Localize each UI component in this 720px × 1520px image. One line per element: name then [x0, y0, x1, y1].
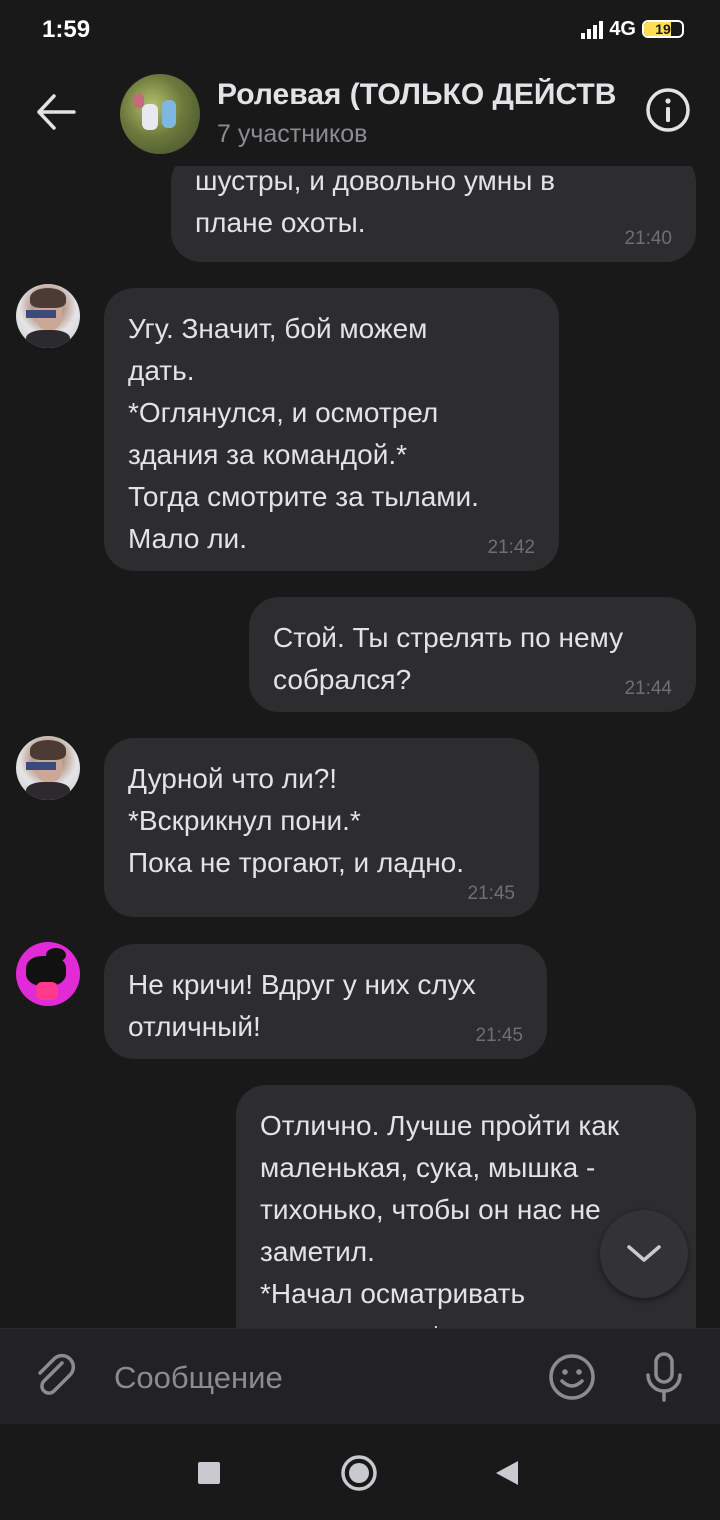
message-text: Стой. Ты стрелять по нему собрался? — [273, 622, 624, 695]
info-icon — [646, 88, 690, 132]
status-indicators: 4G 19 — [581, 14, 684, 44]
circle-icon — [341, 1455, 377, 1491]
scroll-to-bottom-button[interactable] — [600, 1210, 688, 1298]
message-bubble-outgoing[interactable]: шустры, и довольно умны в плане охоты. 2… — [171, 166, 696, 262]
message-bubble-incoming[interactable]: Не кричи! Вдруг у них слух отличный! 21:… — [104, 944, 547, 1059]
message-time: 21:45 — [467, 883, 515, 904]
message-time: 21:45 — [475, 1025, 523, 1046]
attach-button[interactable] — [32, 1353, 80, 1401]
network-type: 4G — [609, 17, 636, 40]
message-text: Отлично. Лучше пройти как маленькая, сук… — [260, 1110, 620, 1328]
message-composer — [0, 1328, 720, 1425]
sender-avatar[interactable] — [16, 736, 80, 800]
system-nav-bar — [0, 1424, 720, 1520]
chat-title[interactable]: Ролевая (ТОЛЬКО ДЕЙСТВ — [217, 78, 617, 112]
arrow-left-icon — [37, 94, 76, 130]
chevron-down-icon — [627, 1245, 661, 1262]
message-text: Не кричи! Вдруг у них слух отличный! — [128, 969, 476, 1042]
voice-message-button[interactable] — [640, 1351, 688, 1403]
message-time: 21:42 — [487, 537, 535, 558]
chat-header: Ролевая (ТОЛЬКО ДЕЙСТВ 7 участников — [0, 62, 720, 166]
status-time: 1:59 — [42, 16, 91, 43]
sender-avatar[interactable] — [16, 942, 80, 1006]
emoji-icon — [549, 1354, 595, 1400]
info-button[interactable] — [644, 86, 692, 134]
paperclip-icon — [38, 1353, 76, 1395]
message-time: 21:44 — [624, 678, 672, 699]
message-text: Угу. Значит, бой можем дать. *Оглянулся,… — [128, 313, 479, 554]
message-input[interactable] — [114, 1357, 514, 1399]
message-text: Дурной что ли?! *Вскрикнул пони.* Пока н… — [128, 763, 465, 878]
battery-level: 19 — [655, 21, 671, 37]
status-bar: 1:59 4G 19 — [0, 0, 720, 62]
message-bubble-incoming[interactable]: Угу. Значит, бой можем дать. *Оглянулся,… — [104, 288, 559, 571]
back-button[interactable] — [34, 90, 78, 134]
message-list[interactable]: шустры, и довольно умны в плане охоты. 2… — [0, 166, 720, 1328]
participants-count[interactable]: 7 участников — [217, 120, 367, 149]
signal-icon — [581, 19, 604, 39]
sender-avatar[interactable] — [16, 284, 80, 348]
emoji-button[interactable] — [548, 1353, 596, 1401]
recents-button[interactable] — [190, 1454, 228, 1492]
message-text: шустры, и довольно умны в плане охоты. — [195, 166, 555, 238]
message-bubble-incoming[interactable]: Дурной что ли?! *Вскрикнул пони.* Пока н… — [104, 738, 539, 917]
nav-back-button[interactable] — [488, 1454, 526, 1492]
home-button[interactable] — [340, 1454, 378, 1492]
chat-avatar[interactable] — [120, 74, 200, 154]
triangle-back-icon — [496, 1461, 518, 1485]
square-icon — [198, 1462, 220, 1484]
message-time: 21:40 — [624, 228, 672, 249]
microphone-icon — [646, 1352, 682, 1402]
battery-icon: 19 — [642, 20, 684, 38]
message-bubble-outgoing[interactable]: Стой. Ты стрелять по нему собрался? 21:4… — [249, 597, 696, 712]
